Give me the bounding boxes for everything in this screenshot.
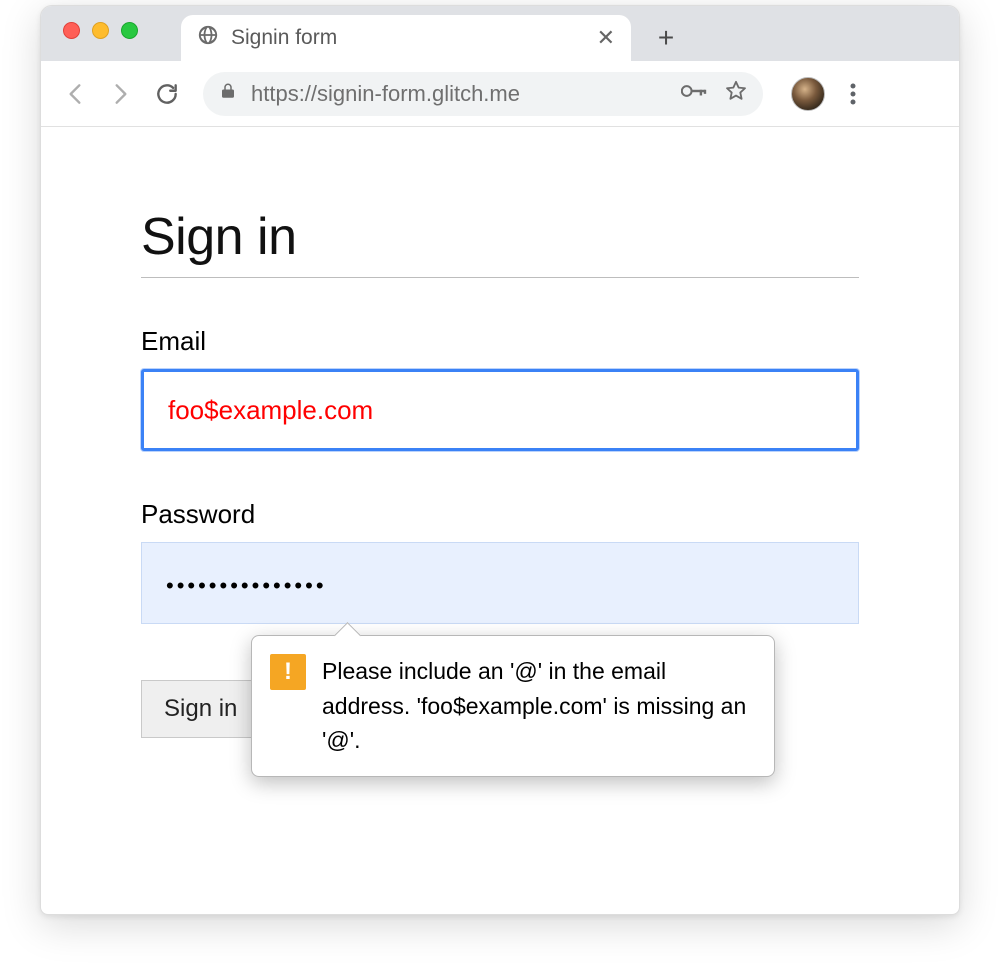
lock-icon bbox=[219, 82, 237, 105]
page-heading: Sign in bbox=[141, 207, 859, 278]
page-content: Sign in Email Password Sign in ! Please … bbox=[41, 127, 959, 818]
email-label: Email bbox=[141, 326, 859, 357]
tab-title: Signin form bbox=[231, 26, 337, 50]
warning-icon: ! bbox=[270, 654, 306, 690]
email-input[interactable] bbox=[141, 369, 859, 451]
globe-icon bbox=[197, 24, 219, 52]
menu-button[interactable] bbox=[835, 76, 871, 112]
validation-tooltip: ! Please include an '@' in the email add… bbox=[251, 635, 775, 777]
back-button[interactable] bbox=[57, 76, 93, 112]
email-field-group: Email bbox=[141, 326, 859, 451]
tab-strip: Signin form ✕ + bbox=[41, 6, 959, 61]
browser-window: Signin form ✕ + https://signin-form.glit… bbox=[40, 5, 960, 915]
reload-button[interactable] bbox=[149, 76, 185, 112]
key-icon[interactable] bbox=[681, 82, 707, 105]
url-text: https://signin-form.glitch.me bbox=[251, 81, 520, 107]
address-bar[interactable]: https://signin-form.glitch.me bbox=[203, 72, 763, 116]
toolbar: https://signin-form.glitch.me bbox=[41, 61, 959, 127]
profile-avatar[interactable] bbox=[791, 77, 825, 111]
window-controls bbox=[41, 6, 138, 39]
validation-message: Please include an '@' in the email addre… bbox=[322, 654, 756, 758]
forward-button[interactable] bbox=[103, 76, 139, 112]
close-window-button[interactable] bbox=[63, 22, 80, 39]
new-tab-button[interactable]: + bbox=[645, 17, 687, 59]
maximize-window-button[interactable] bbox=[121, 22, 138, 39]
password-label: Password bbox=[141, 499, 859, 530]
password-field-group: Password bbox=[141, 499, 859, 624]
password-input[interactable] bbox=[141, 542, 859, 624]
signin-button[interactable]: Sign in bbox=[141, 680, 260, 738]
close-tab-button[interactable]: ✕ bbox=[597, 25, 615, 51]
minimize-window-button[interactable] bbox=[92, 22, 109, 39]
active-tab[interactable]: Signin form ✕ bbox=[181, 15, 631, 61]
bookmark-icon[interactable] bbox=[725, 80, 747, 107]
